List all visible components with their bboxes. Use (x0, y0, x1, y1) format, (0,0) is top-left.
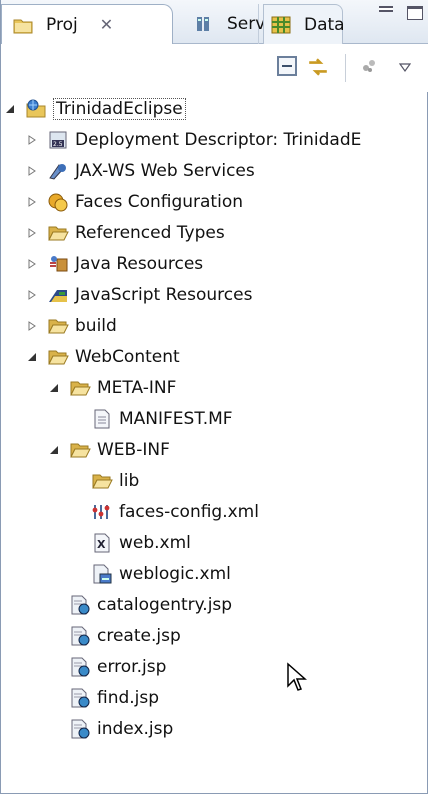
mouse-pointer-icon (286, 662, 308, 694)
tree-item-java-resources[interactable]: Java Resources (25, 249, 203, 279)
tree-item-catalogentry-jsp[interactable]: catalogentry.jsp (69, 590, 232, 620)
tree-item-label: catalogentry.jsp (97, 595, 233, 615)
expand-arrow-icon[interactable] (25, 226, 39, 240)
tree-item-label: index.jsp (97, 719, 174, 739)
java-resources-icon (47, 253, 69, 275)
tree-item-javascript-resources[interactable]: JavaScript Resources (25, 280, 252, 310)
tree-item-label: web.xml (119, 533, 191, 553)
expand-arrow-icon[interactable] (25, 288, 39, 302)
jsp-file-icon (69, 718, 91, 740)
folder-open-icon (69, 377, 91, 399)
project-explorer-icon (12, 14, 34, 36)
tree-item-label: TrinidadEclipse (53, 98, 186, 120)
tree-item-label: Deployment Descriptor: TrinidadE (75, 130, 362, 150)
view-tab-bar: Proj ✕ Serv Data (1, 0, 428, 44)
minimize-icon[interactable] (379, 6, 393, 12)
expand-arrow-icon[interactable] (25, 319, 39, 333)
view-menu-icon[interactable] (398, 58, 412, 73)
expand-arrow-icon[interactable] (25, 164, 39, 178)
tree-item-web-inf[interactable]: WEB-INF (47, 435, 170, 465)
jsp-file-icon (69, 625, 91, 647)
expand-arrow-icon[interactable] (25, 133, 39, 147)
folder-open-icon (69, 439, 91, 461)
folder-open-icon (47, 315, 69, 337)
view-toolbar (1, 44, 428, 92)
link-with-editor-icon[interactable] (307, 56, 327, 76)
tree-item-label: Faces Configuration (75, 192, 243, 212)
tree-item-create-jsp[interactable]: create.jsp (69, 621, 181, 651)
tree-item-web-xml[interactable]: X web.xml (91, 528, 191, 558)
javascript-resources-icon (47, 284, 69, 306)
tree-item-label: faces-config.xml (119, 502, 259, 522)
collapse-arrow-icon[interactable] (25, 350, 39, 364)
collapse-arrow-icon[interactable] (3, 102, 17, 116)
tab-label: Proj (46, 14, 78, 35)
tree-item-label: JAX-WS Web Services (75, 161, 255, 181)
expand-arrow-icon[interactable] (25, 195, 39, 209)
tab-data-source[interactable]: Data (263, 4, 345, 44)
tree-item-weblogic-xml[interactable]: weblogic.xml (91, 559, 231, 589)
data-source-icon (270, 14, 292, 36)
tree-item-faces-configuration[interactable]: Faces Configuration (25, 187, 243, 217)
jsp-file-icon (69, 594, 91, 616)
tree-item-webcontent[interactable]: WebContent (25, 342, 180, 372)
tree-item-manifest[interactable]: MANIFEST.MF (91, 404, 233, 434)
tree-item-referenced-types[interactable]: Referenced Types (25, 218, 225, 248)
folder-open-icon (47, 222, 69, 244)
tree-item-build[interactable]: build (25, 311, 117, 341)
tab-servers[interactable]: Serv (187, 4, 265, 44)
tree-item-faces-config-xml[interactable]: faces-config.xml (91, 497, 259, 527)
servers-icon (193, 13, 215, 35)
tree-item-meta-inf[interactable]: META-INF (47, 373, 176, 403)
tree-item-label: WebContent (75, 347, 180, 367)
tree-item-lib[interactable]: lib (91, 466, 139, 496)
expand-arrow-icon[interactable] (25, 257, 39, 271)
tree-item-label: create.jsp (97, 626, 181, 646)
web-project-icon (25, 98, 47, 120)
tree-item-label: find.jsp (97, 688, 160, 708)
folder-open-icon (47, 346, 69, 368)
web-services-icon (47, 160, 69, 182)
tree-item-label: Java Resources (75, 254, 204, 274)
tree-item-find-jsp[interactable]: find.jsp (69, 683, 159, 713)
svg-text:X: X (97, 538, 106, 551)
jsp-file-icon (69, 687, 91, 709)
project-tree: TrinidadEclipse 2.5 Deployment Descripto… (1, 92, 428, 794)
collapse-all-icon[interactable] (277, 56, 297, 76)
project-explorer-view: Proj ✕ Serv Data TrinidadEclipse 2.5 Dep… (0, 0, 428, 794)
folder-open-icon (91, 470, 113, 492)
tree-item-label: JavaScript Resources (75, 285, 253, 305)
tab-project-explorer[interactable]: Proj ✕ (1, 4, 173, 44)
weblogic-file-icon (91, 563, 113, 585)
tree-item-deployment-descriptor[interactable]: 2.5 Deployment Descriptor: TrinidadE (25, 125, 361, 155)
tree-item-label: META-INF (97, 378, 177, 398)
deployment-descriptor-icon: 2.5 (47, 129, 69, 151)
filter-icon[interactable] (359, 56, 379, 76)
tree-item-label: error.jsp (97, 657, 167, 677)
tab-label: Serv (227, 14, 266, 34)
tab-label: Data (304, 14, 345, 35)
tree-item-label: build (75, 316, 117, 336)
tree-item-label: Referenced Types (75, 223, 225, 243)
collapse-arrow-icon[interactable] (47, 381, 61, 395)
faces-config-file-icon (91, 501, 113, 523)
tree-item-label: WEB-INF (97, 440, 170, 460)
tree-item-project-root[interactable]: TrinidadEclipse (3, 94, 186, 124)
window-controls (379, 6, 423, 20)
collapse-arrow-icon[interactable] (47, 443, 61, 457)
jsp-file-icon (69, 656, 91, 678)
toolbar-separator (345, 54, 346, 82)
tree-item-label: MANIFEST.MF (119, 409, 233, 429)
tree-item-label: lib (119, 471, 140, 491)
tree-item-index-jsp[interactable]: index.jsp (69, 714, 173, 744)
close-tab-icon[interactable]: ✕ (100, 15, 113, 34)
text-file-icon (91, 408, 113, 430)
xml-file-icon: X (91, 532, 113, 554)
tree-item-label: weblogic.xml (119, 564, 231, 584)
tree-item-error-jsp[interactable]: error.jsp (69, 652, 166, 682)
faces-config-icon (47, 191, 69, 213)
maximize-icon[interactable] (407, 6, 423, 20)
svg-text:2.5: 2.5 (53, 141, 63, 148)
tree-item-jaxws[interactable]: JAX-WS Web Services (25, 156, 255, 186)
